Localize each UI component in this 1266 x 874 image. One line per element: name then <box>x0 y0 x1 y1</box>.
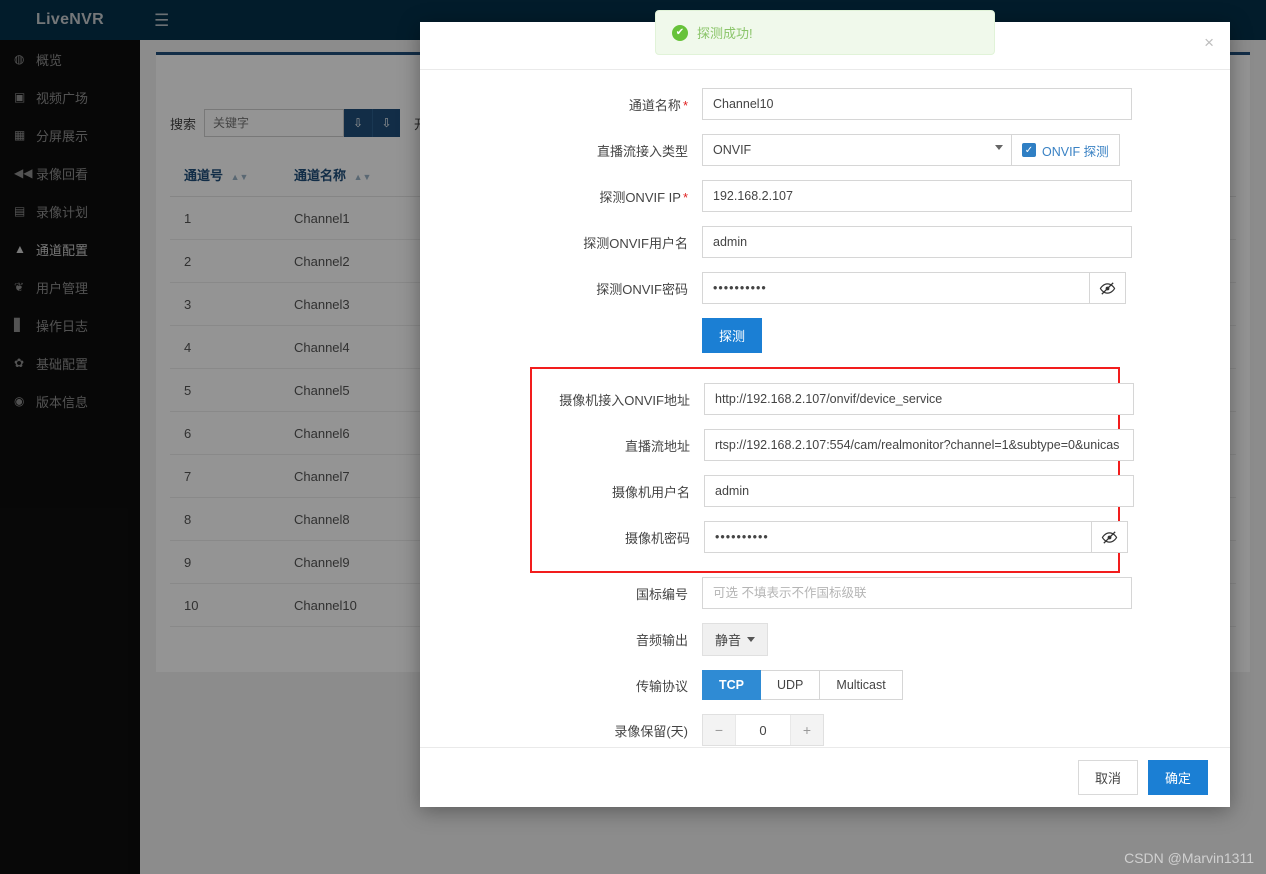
eye-slash-icon[interactable] <box>1092 521 1128 553</box>
retention-value-input[interactable] <box>735 715 791 745</box>
success-check-icon: ✔ <box>672 25 688 41</box>
field-row-stream-type: 直播流接入类型 ONVIFRTSPGB28181HLSFLV ✓ ONVIF 探… <box>420 134 1230 166</box>
field-row-camera-password: 摄像机密码 <box>532 521 1118 553</box>
label-onvif-password: 探测ONVIF密码 <box>420 279 702 298</box>
app-root: LiveNVR ☰ ◍概览▣视频广场▦分屏展示◀◀录像回看▤录像计划▲通道配置❦… <box>0 0 1266 874</box>
onvif-probe-checkbox[interactable]: ✓ ONVIF 探测 <box>1012 134 1120 166</box>
field-row-onvif-password: 探测ONVIF密码 <box>420 272 1230 304</box>
field-row-camera-onvif-url: 摄像机接入ONVIF地址 <box>532 383 1118 415</box>
field-row-onvif-ip: 探测ONVIF IP* <box>420 180 1230 212</box>
label-onvif-user: 探测ONVIF用户名 <box>420 233 702 252</box>
checkbox-box: ✓ <box>1022 143 1036 157</box>
transport-option-udp[interactable]: UDP <box>761 670 820 700</box>
field-row-camera-user: 摄像机用户名 <box>532 475 1118 507</box>
camera-password-input[interactable] <box>704 521 1092 553</box>
channel-name-input[interactable] <box>702 88 1132 120</box>
required-marker: * <box>683 190 688 205</box>
label-retention: 录像保留(天) <box>420 721 702 740</box>
label-audio-output: 音频输出 <box>420 630 702 649</box>
required-marker: * <box>683 98 688 113</box>
label-camera-onvif-url: 摄像机接入ONVIF地址 <box>532 390 704 409</box>
toast-message: 探测成功! <box>697 23 753 42</box>
stream-type-select[interactable]: ONVIFRTSPGB28181HLSFLV <box>702 134 1012 166</box>
success-toast: ✔ 探测成功! <box>655 10 995 55</box>
plus-icon[interactable]: + <box>791 715 823 745</box>
field-row-gb-code: 国标编号 <box>420 577 1230 609</box>
eye-slash-icon[interactable] <box>1090 272 1126 304</box>
field-row-retention: 录像保留(天) − + <box>420 714 1230 746</box>
field-row-channel-name: 通道名称* <box>420 88 1230 120</box>
transport-segmented-control: TCPUDPMulticast <box>702 670 903 700</box>
channel-config-dialog: 通道配置 × 通道名称* 直播流接入类型 ONVIFRTSPGB28181HLS… <box>420 22 1230 807</box>
field-row-audio-output: 音频输出 静音 <box>420 623 1230 656</box>
highlighted-camera-settings-group: 摄像机接入ONVIF地址 直播流地址 摄像机用户名 <box>530 367 1120 573</box>
label-transport: 传输协议 <box>420 676 702 695</box>
stream-url-input[interactable] <box>704 429 1134 461</box>
transport-option-multicast[interactable]: Multicast <box>820 670 902 700</box>
camera-onvif-url-input[interactable] <box>704 383 1134 415</box>
label-camera-user: 摄像机用户名 <box>532 482 704 501</box>
minus-icon[interactable]: − <box>703 715 735 745</box>
transport-option-tcp[interactable]: TCP <box>702 670 761 700</box>
dialog-footer: 取消 确定 <box>420 747 1230 807</box>
watermark-text: CSDN @Marvin1311 <box>1124 850 1254 866</box>
gb-code-input[interactable] <box>702 577 1132 609</box>
field-row-transport: 传输协议 TCPUDPMulticast <box>420 670 1230 700</box>
camera-username-input[interactable] <box>704 475 1134 507</box>
onvif-ip-input[interactable] <box>702 180 1132 212</box>
retention-stepper: − + <box>702 714 824 746</box>
label-stream-url: 直播流地址 <box>532 436 704 455</box>
audio-output-value: 静音 <box>715 630 741 649</box>
field-row-stream-url: 直播流地址 <box>532 429 1118 461</box>
confirm-button[interactable]: 确定 <box>1148 760 1208 795</box>
probe-button[interactable]: 探测 <box>702 318 762 353</box>
onvif-password-input[interactable] <box>702 272 1090 304</box>
label-stream-type: 直播流接入类型 <box>420 141 702 160</box>
label-text: 探测ONVIF IP <box>599 190 681 205</box>
field-row-onvif-user: 探测ONVIF用户名 <box>420 226 1230 258</box>
dialog-body: 通道名称* 直播流接入类型 ONVIFRTSPGB28181HLSFLV ✓ O… <box>420 70 1230 747</box>
label-gb-code: 国标编号 <box>420 584 702 603</box>
label-channel-name: 通道名称* <box>420 95 702 114</box>
onvif-username-input[interactable] <box>702 226 1132 258</box>
field-row-probe-button: 探测 <box>420 318 1230 353</box>
cancel-button[interactable]: 取消 <box>1078 760 1138 795</box>
label-camera-password: 摄像机密码 <box>532 528 704 547</box>
onvif-probe-label: ONVIF 探测 <box>1042 141 1109 160</box>
label-onvif-ip: 探测ONVIF IP* <box>420 187 702 206</box>
chevron-down-icon <box>747 637 755 642</box>
label-text: 通道名称 <box>629 98 681 113</box>
audio-output-dropdown[interactable]: 静音 <box>702 623 768 656</box>
close-icon[interactable]: × <box>1204 34 1214 51</box>
